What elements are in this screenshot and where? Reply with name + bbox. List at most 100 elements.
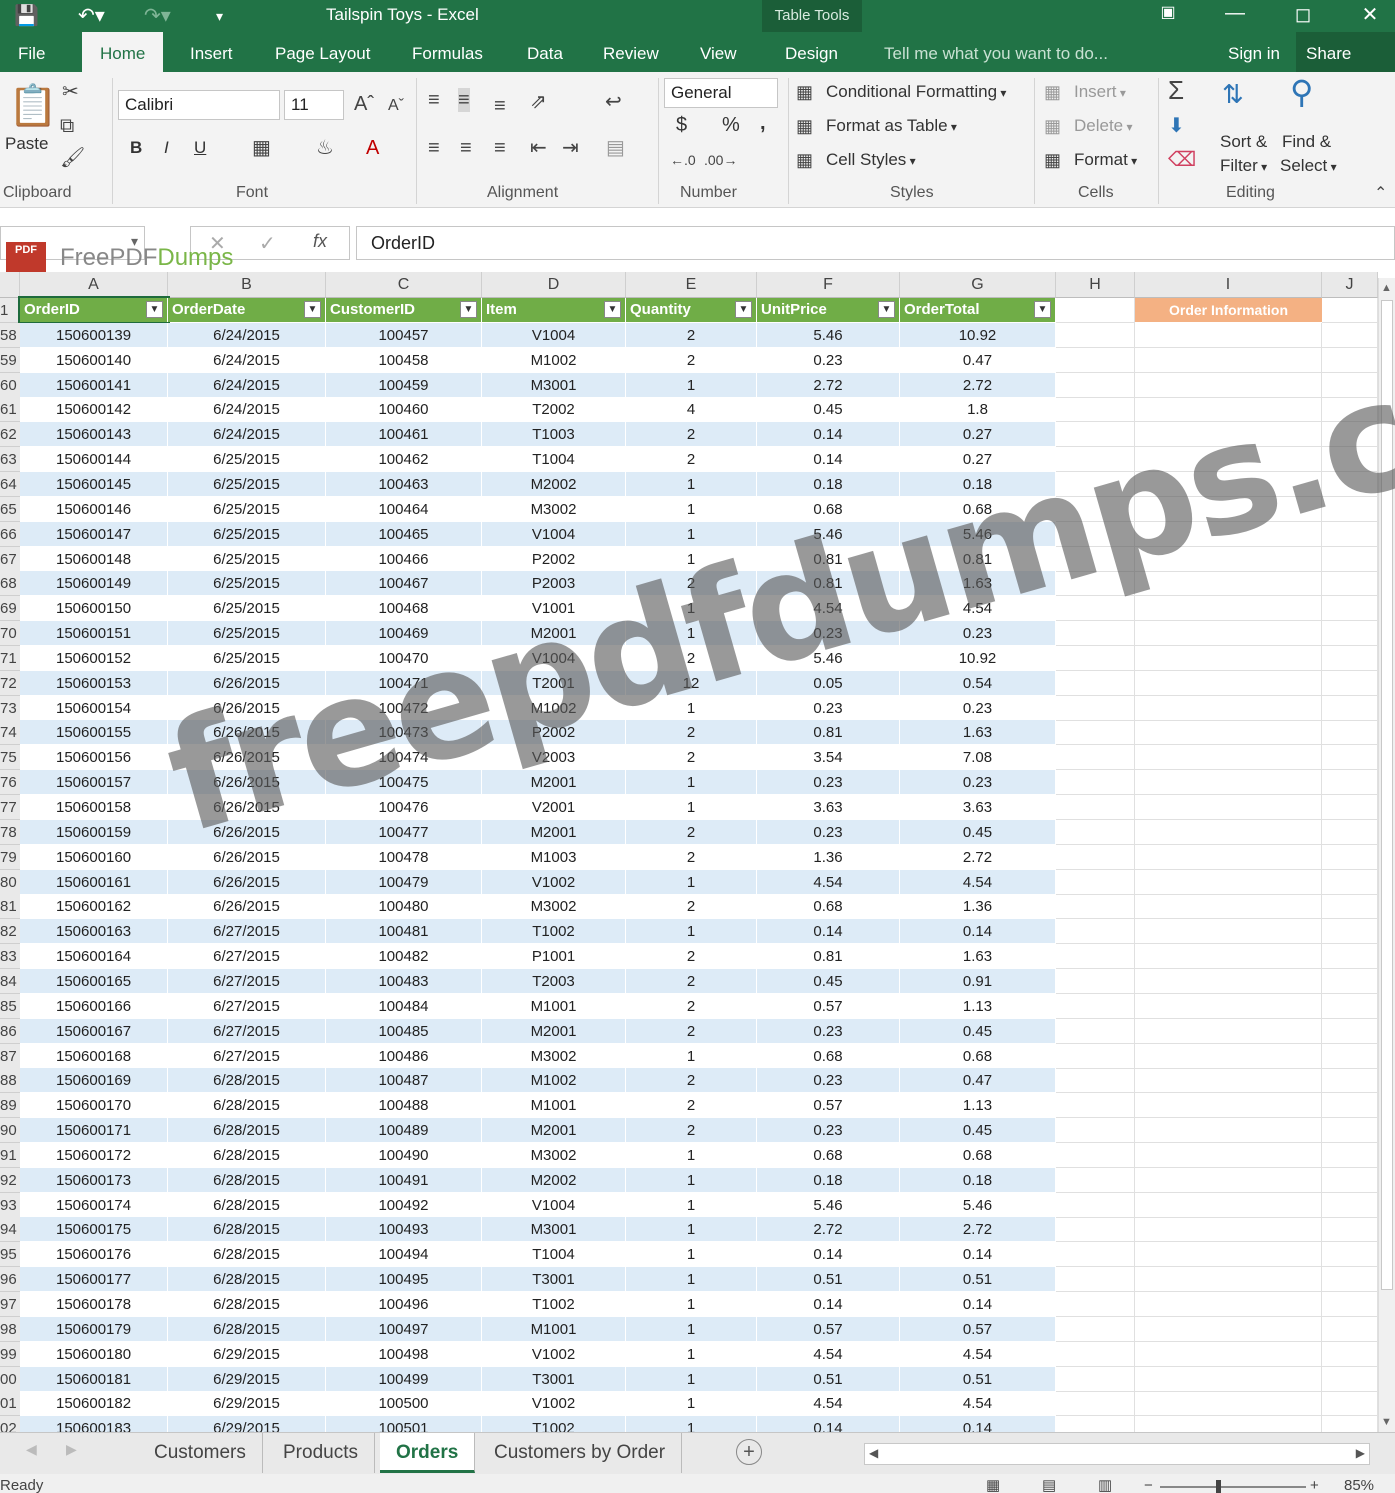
cell-orderid[interactable]: 150600151 [20, 621, 168, 647]
grid-cell[interactable] [1322, 422, 1378, 448]
cell-unitprice[interactable]: 0.14 [757, 447, 900, 473]
cell-ordertotal[interactable]: 0.14 [900, 919, 1056, 945]
cell-customerid[interactable]: 100464 [326, 496, 482, 522]
align-middle-icon[interactable]: ≡ [458, 88, 470, 112]
table-header-quantity[interactable]: Quantity ▼ [626, 298, 757, 322]
row-number[interactable]: 61 [0, 397, 20, 423]
grid-cell[interactable] [1322, 1118, 1378, 1144]
cell-ordertotal[interactable]: 5.46 [900, 1192, 1056, 1218]
cell-item[interactable]: M2001 [482, 621, 626, 647]
row-number[interactable]: 91 [0, 1142, 20, 1168]
worksheet-grid[interactable]: A B C D E F G H I J 1 OrderID ▼ OrderDate ▼ CustomerID ▼… [0, 272, 1378, 1432]
scroll-right-icon[interactable]: ▶ [1356, 1446, 1365, 1460]
horizontal-scrollbar[interactable]: ◀ ▶ [864, 1443, 1370, 1465]
maximize-icon[interactable]: ◻ [1283, 2, 1323, 27]
grid-cell[interactable] [1322, 1316, 1378, 1342]
grid-cell[interactable] [1056, 1292, 1135, 1317]
currency-button[interactable]: $ [676, 114, 687, 137]
cell-ordertotal[interactable]: 0.23 [900, 695, 1056, 721]
zoom-slider[interactable] [1160, 1486, 1306, 1488]
cell-unitprice[interactable]: 0.23 [757, 1018, 900, 1044]
grid-cell[interactable] [1056, 1416, 1135, 1432]
grid-cell[interactable] [1056, 1192, 1135, 1218]
cell-unitprice[interactable]: 0.57 [757, 1093, 900, 1119]
cell-quantity[interactable]: 1 [626, 596, 757, 622]
zoom-slider-thumb[interactable] [1216, 1480, 1221, 1493]
cell-quantity[interactable]: 1 [626, 496, 757, 522]
grid-cell[interactable] [1056, 844, 1135, 870]
grid-cell[interactable] [1056, 1118, 1135, 1144]
merge-center-icon[interactable]: ▤ [606, 136, 625, 160]
cell-quantity[interactable]: 12 [626, 670, 757, 696]
cell-orderdate[interactable]: 6/28/2015 [168, 1093, 326, 1119]
table-header-unitprice[interactable]: UnitPrice ▼ [757, 298, 900, 322]
cell-ordertotal[interactable]: 0.18 [900, 471, 1056, 497]
enter-icon[interactable]: ✓ [259, 231, 276, 256]
cell-quantity[interactable]: 1 [626, 695, 757, 721]
grid-cell[interactable] [1322, 844, 1378, 870]
grid-cell[interactable] [1322, 670, 1378, 696]
normal-view-icon[interactable]: ▦ [986, 1474, 1000, 1493]
sheet-tab-products[interactable]: Products [267, 1433, 375, 1473]
paste-button[interactable]: Paste [5, 134, 48, 154]
grid-cell[interactable] [1135, 322, 1322, 348]
insert-function-icon[interactable]: fx [313, 231, 327, 252]
cell-quantity[interactable]: 2 [626, 993, 757, 1019]
cell-quantity[interactable]: 1 [626, 471, 757, 497]
align-right-icon[interactable]: ≡ [494, 136, 506, 160]
cell-orderdate[interactable]: 6/27/2015 [168, 993, 326, 1019]
cell-item[interactable]: P2003 [482, 571, 626, 597]
grid-cell[interactable] [1135, 1391, 1322, 1417]
grid-cell[interactable] [1322, 720, 1378, 746]
cell-customerid[interactable]: 100471 [326, 670, 482, 696]
cell-customerid[interactable]: 100476 [326, 795, 482, 820]
grid-cell[interactable] [1322, 372, 1378, 398]
grid-cell[interactable] [1322, 1341, 1378, 1367]
grid-cell[interactable] [1322, 770, 1378, 796]
cell-customerid[interactable]: 100477 [326, 819, 482, 845]
grid-cell[interactable] [1322, 621, 1378, 647]
cell-customerid[interactable]: 100486 [326, 1043, 482, 1069]
cell-item[interactable]: M3002 [482, 496, 626, 522]
cell-unitprice[interactable]: 2.72 [757, 372, 900, 398]
row-number[interactable]: 01 [0, 1391, 20, 1417]
row-number[interactable]: 1 [0, 298, 20, 323]
row-number[interactable]: 86 [0, 1018, 20, 1044]
cell-orderid[interactable]: 150600159 [20, 819, 168, 845]
grid-cell[interactable] [1056, 1267, 1135, 1293]
cell-customerid[interactable]: 100481 [326, 919, 482, 945]
decrease-decimal-icon[interactable]: .00→ [704, 148, 737, 172]
cell-customerid[interactable]: 100493 [326, 1217, 482, 1243]
grid-cell[interactable] [1135, 720, 1322, 746]
cell-orderid[interactable]: 150600182 [20, 1391, 168, 1417]
cell-item[interactable]: V2001 [482, 795, 626, 820]
cell-customerid[interactable]: 100475 [326, 770, 482, 796]
cell-item[interactable]: T2002 [482, 397, 626, 423]
cell-orderid[interactable]: 150600162 [20, 894, 168, 920]
grid-cell[interactable] [1135, 993, 1322, 1019]
font-color-icon[interactable]: A [366, 136, 379, 160]
grid-cell[interactable] [1322, 322, 1378, 348]
filter-dropdown-icon[interactable]: ▼ [735, 301, 752, 318]
cell-customerid[interactable]: 100478 [326, 844, 482, 870]
cell-orderid[interactable]: 150600156 [20, 745, 168, 771]
cell-unitprice[interactable]: 5.46 [757, 322, 900, 348]
column-header-i[interactable]: I [1135, 272, 1322, 298]
row-number[interactable]: 87 [0, 1043, 20, 1069]
table-header-customerid[interactable]: CustomerID ▼ [326, 298, 482, 322]
grid-cell[interactable] [1322, 471, 1378, 497]
cell-item[interactable]: T1004 [482, 1242, 626, 1268]
cell-orderid[interactable]: 150600166 [20, 993, 168, 1019]
cell-quantity[interactable]: 2 [626, 844, 757, 870]
cell-orderdate[interactable]: 6/27/2015 [168, 1018, 326, 1044]
cell-item[interactable]: M1001 [482, 1316, 626, 1342]
sheet-tab-orders[interactable]: Orders [380, 1433, 476, 1473]
grid-cell[interactable] [1056, 471, 1135, 497]
cell-ordertotal[interactable]: 0.47 [900, 1068, 1056, 1094]
grid-cell[interactable] [1056, 894, 1135, 920]
grid-cell[interactable] [1135, 869, 1322, 895]
cell-orderdate[interactable]: 6/29/2015 [168, 1341, 326, 1367]
cell-quantity[interactable]: 1 [626, 795, 757, 820]
cell-quantity[interactable]: 2 [626, 894, 757, 920]
customize-qat-icon[interactable]: ▾ [216, 4, 223, 28]
